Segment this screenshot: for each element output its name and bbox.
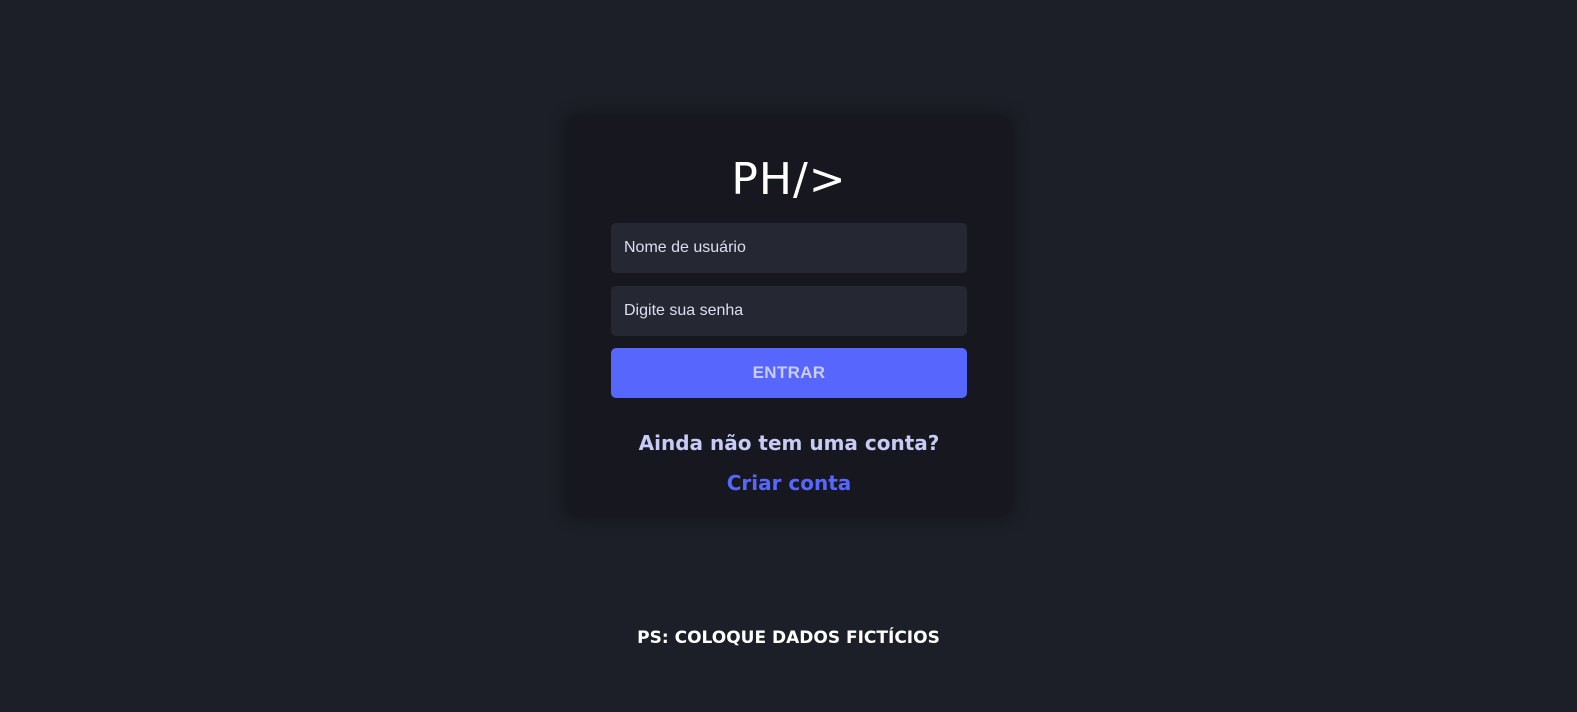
login-button[interactable]: ENTRAR xyxy=(611,348,967,398)
create-account-link[interactable]: Criar conta xyxy=(567,470,1011,496)
footer-note: PS: COLOQUE DADOS FICTÍCIOS xyxy=(637,628,940,648)
password-input[interactable] xyxy=(611,286,967,336)
page: PH/> ENTRAR Ainda não tem uma conta? Cri… xyxy=(0,0,1577,712)
no-account-text: Ainda não tem uma conta? xyxy=(638,431,940,455)
login-card: PH/> ENTRAR Ainda não tem uma conta? Cri… xyxy=(567,116,1011,516)
logo: PH/> xyxy=(731,154,847,205)
username-input[interactable] xyxy=(611,223,967,273)
